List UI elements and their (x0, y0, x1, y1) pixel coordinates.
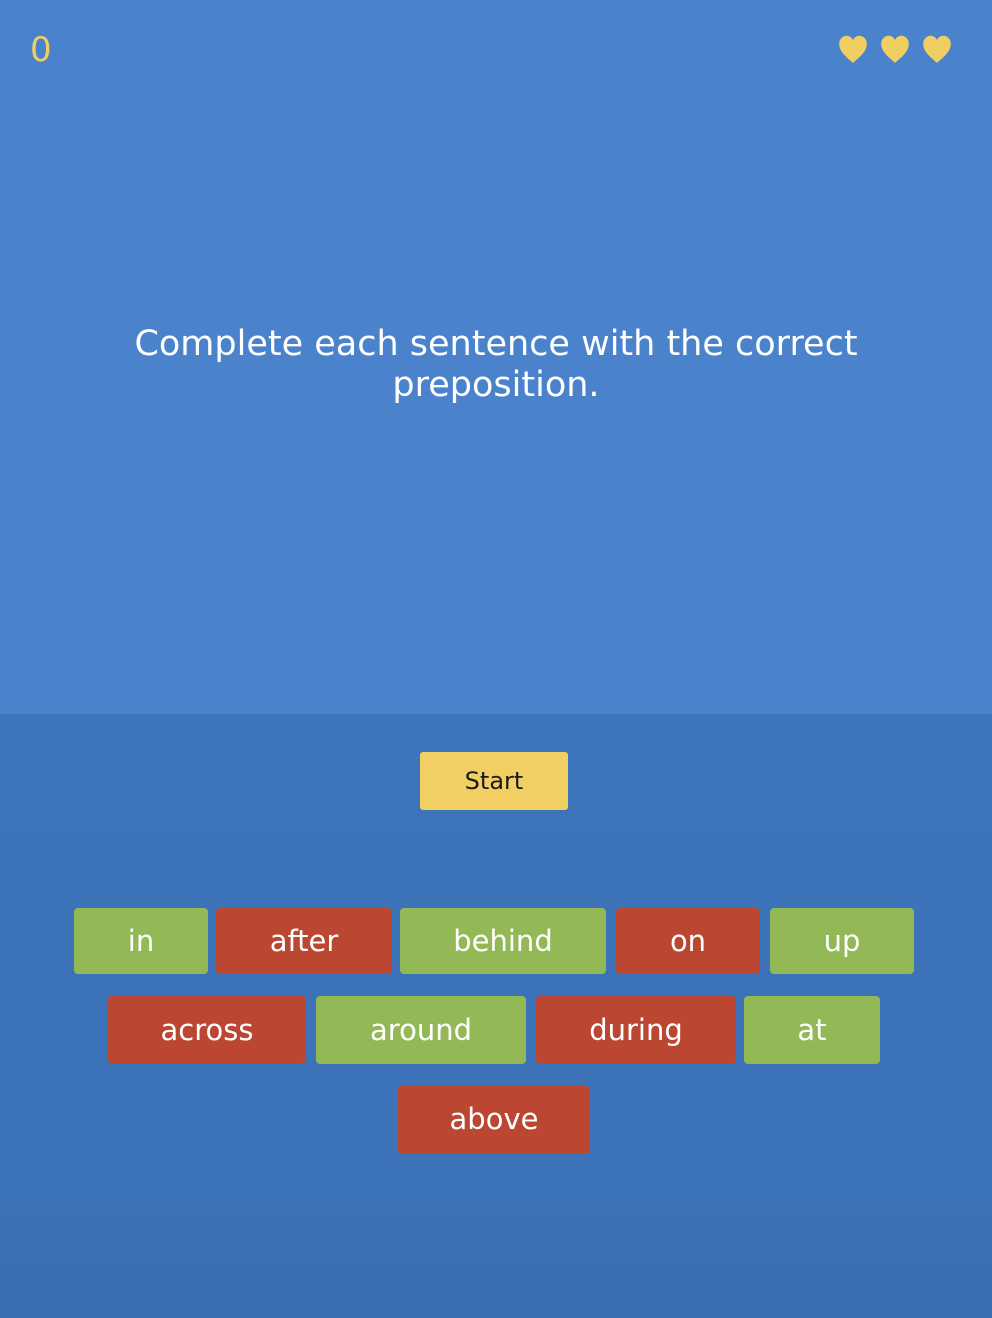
question-prompt: Complete each sentence with the correct … (134, 324, 858, 405)
score-display: 0 (30, 30, 52, 70)
start-button[interactable]: Start (420, 752, 568, 810)
heart-icon (881, 35, 909, 63)
word-tile-above[interactable]: above (398, 1086, 590, 1154)
word-tile-after[interactable]: after (216, 908, 392, 974)
word-tile-up[interactable]: up (770, 908, 914, 974)
word-tile-around[interactable]: around (316, 996, 526, 1064)
word-tile-in[interactable]: in (74, 908, 208, 974)
lives-display (836, 32, 954, 66)
heart-icon (923, 35, 951, 63)
word-tile-on[interactable]: on (616, 908, 760, 974)
heart-icon (839, 35, 867, 63)
question-panel: 0 Complete each sentence with the correc… (0, 0, 992, 714)
word-tile-across[interactable]: across (108, 996, 306, 1064)
word-tile-behind[interactable]: behind (400, 908, 606, 974)
word-tile-at[interactable]: at (744, 996, 880, 1064)
word-tile-during[interactable]: during (536, 996, 736, 1064)
